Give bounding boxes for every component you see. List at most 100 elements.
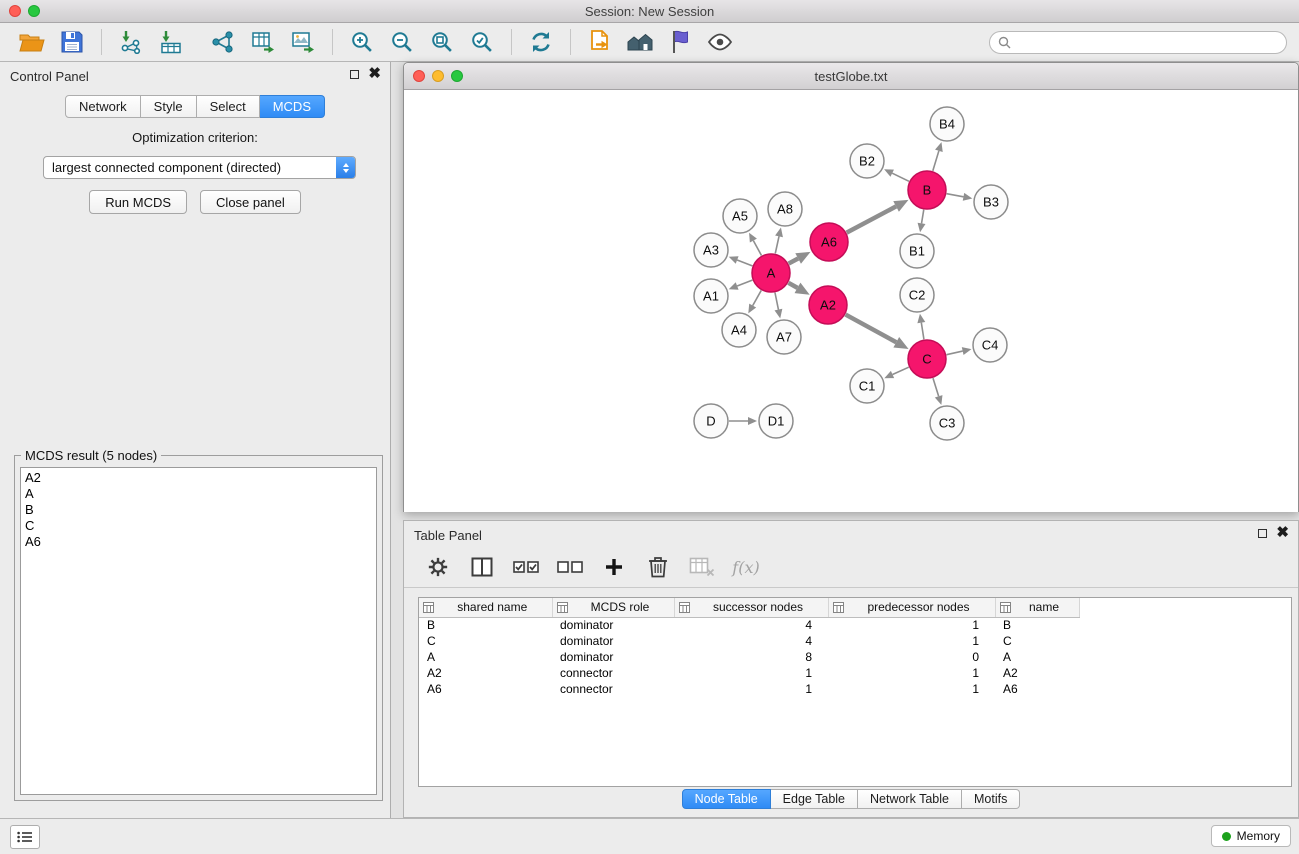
tab-motifs[interactable]: Motifs xyxy=(962,789,1020,809)
deselect-all-button[interactable] xyxy=(552,552,588,582)
edge-A-A4[interactable] xyxy=(753,290,762,305)
column-header-successor-nodes[interactable]: successor nodes xyxy=(674,598,828,617)
tab-style[interactable]: Style xyxy=(141,95,197,118)
table-row[interactable]: A2connector11A2 xyxy=(419,665,1079,681)
edge-A2-C[interactable] xyxy=(846,315,897,343)
close-panel-button[interactable]: Close panel xyxy=(200,190,301,214)
edge-B-B3[interactable] xyxy=(947,194,964,197)
edge-A-A5[interactable] xyxy=(753,241,761,256)
delete-columns-button[interactable] xyxy=(640,552,676,582)
apply-layout-button[interactable] xyxy=(521,26,561,58)
criterion-dropdown[interactable]: largest connected component (directed) xyxy=(43,156,356,179)
graph-node-C1[interactable]: C1 xyxy=(850,369,884,403)
style-painter-button[interactable] xyxy=(660,26,700,58)
graph-node-A4[interactable]: A4 xyxy=(722,313,756,347)
edge-A-A7[interactable] xyxy=(775,293,778,310)
column-settings-button[interactable] xyxy=(420,552,456,582)
edge-B-B4[interactable] xyxy=(933,151,939,171)
edge-C-C4[interactable] xyxy=(947,351,963,355)
close-panel-icon[interactable]: ✖ xyxy=(368,69,381,79)
graph-node-A7[interactable]: A7 xyxy=(767,320,801,354)
graph-node-A6[interactable]: A6 xyxy=(810,223,848,261)
tab-select[interactable]: Select xyxy=(197,95,260,118)
result-item[interactable]: C xyxy=(21,518,376,534)
tab-network-table[interactable]: Network Table xyxy=(858,789,962,809)
edge-A-A8[interactable] xyxy=(775,236,779,253)
edge-C-C1[interactable] xyxy=(893,367,909,374)
column-header-shared-name[interactable]: shared name xyxy=(419,598,552,617)
search-input[interactable] xyxy=(1016,34,1278,50)
result-item[interactable]: A2 xyxy=(21,470,376,486)
column-header-name[interactable]: name xyxy=(995,598,1079,617)
network-canvas[interactable]: B4 B2 B B3 A5 A8A6 B1 A3 A C2 A1 A2 A4 A7 C4 C C1 C3 D D1 xyxy=(404,90,1298,512)
table-row[interactable]: Bdominator41B xyxy=(419,617,1079,633)
graph-node-D1[interactable]: D1 xyxy=(759,404,793,438)
add-column-button[interactable] xyxy=(596,552,632,582)
graph-node-D[interactable]: D xyxy=(694,404,728,438)
function-builder-button[interactable]: f(x) xyxy=(728,552,764,582)
show-columns-button[interactable] xyxy=(464,552,500,582)
graph-node-A1[interactable]: A1 xyxy=(694,279,728,313)
import-table-button[interactable] xyxy=(151,26,191,58)
graph-node-B4[interactable]: B4 xyxy=(930,107,964,141)
graph-node-B2[interactable]: B2 xyxy=(850,144,884,178)
zoom-out-button[interactable] xyxy=(382,26,422,58)
table-row[interactable]: A6connector11A6 xyxy=(419,681,1079,697)
tab-mcds[interactable]: MCDS xyxy=(260,95,325,118)
graph-node-C4[interactable]: C4 xyxy=(973,328,1007,362)
edge-B-B1[interactable] xyxy=(922,210,924,224)
graph-node-B[interactable]: B xyxy=(908,171,946,209)
run-mcds-button[interactable]: Run MCDS xyxy=(89,190,187,214)
graph-node-B3[interactable]: B3 xyxy=(974,185,1008,219)
close-table-panel-icon[interactable]: ✖ xyxy=(1276,528,1289,538)
tab-edge-table[interactable]: Edge Table xyxy=(771,789,858,809)
open-file-button[interactable] xyxy=(12,26,52,58)
toggle-graphics-details-button[interactable] xyxy=(700,26,740,58)
edge-A6-B[interactable] xyxy=(847,206,896,232)
edge-B-B2[interactable] xyxy=(892,173,909,181)
new-network-button[interactable] xyxy=(203,26,243,58)
status-menu-button[interactable] xyxy=(10,825,40,849)
graph-node-A[interactable]: A xyxy=(752,254,790,292)
mcds-result-list[interactable]: A2ABCA6 xyxy=(20,467,377,795)
network-overview-button[interactable] xyxy=(620,26,660,58)
clone-network-button[interactable] xyxy=(580,26,620,58)
search-box[interactable] xyxy=(989,31,1287,54)
column-header-predecessor-nodes[interactable]: predecessor nodes xyxy=(828,598,995,617)
graph-node-A2[interactable]: A2 xyxy=(809,286,847,324)
edge-C-C3[interactable] xyxy=(933,378,939,396)
zoom-in-button[interactable] xyxy=(342,26,382,58)
column-header-MCDS-role[interactable]: MCDS role xyxy=(552,598,674,617)
edge-A-A2[interactable] xyxy=(788,283,797,288)
save-session-button[interactable] xyxy=(52,26,92,58)
result-item[interactable]: A6 xyxy=(21,534,376,550)
graph-node-C3[interactable]: C3 xyxy=(930,406,964,440)
graph-node-B1[interactable]: B1 xyxy=(900,234,934,268)
float-table-panel-button[interactable] xyxy=(1258,529,1267,538)
float-panel-button[interactable] xyxy=(350,70,359,79)
graph-node-C2[interactable]: C2 xyxy=(900,278,934,312)
zoom-selected-button[interactable] xyxy=(462,26,502,58)
graph-node-A5[interactable]: A5 xyxy=(723,199,757,233)
edge-C-C2[interactable] xyxy=(921,323,924,340)
edge-A-A3[interactable] xyxy=(737,260,752,266)
tab-network[interactable]: Network xyxy=(65,95,141,118)
delete-table-button[interactable] xyxy=(684,552,720,582)
memory-button[interactable]: Memory xyxy=(1211,825,1291,847)
zoom-fit-button[interactable] xyxy=(422,26,462,58)
tab-node-table[interactable]: Node Table xyxy=(682,789,771,809)
network-window-titlebar[interactable]: testGlobe.txt xyxy=(404,63,1298,90)
result-item[interactable]: B xyxy=(21,502,376,518)
export-image-button[interactable] xyxy=(283,26,323,58)
result-item[interactable]: A xyxy=(21,486,376,502)
table-row[interactable]: Adominator80A xyxy=(419,649,1079,665)
import-network-button[interactable] xyxy=(111,26,151,58)
new-table-button[interactable] xyxy=(243,26,283,58)
edge-A-A6[interactable] xyxy=(789,258,798,263)
graph-node-C[interactable]: C xyxy=(908,340,946,378)
select-all-button[interactable] xyxy=(508,552,544,582)
graph-node-A3[interactable]: A3 xyxy=(694,233,728,267)
graph-node-A8[interactable]: A8 xyxy=(768,192,802,226)
table-row[interactable]: Cdominator41C xyxy=(419,633,1079,649)
edge-A-A1[interactable] xyxy=(737,280,752,286)
